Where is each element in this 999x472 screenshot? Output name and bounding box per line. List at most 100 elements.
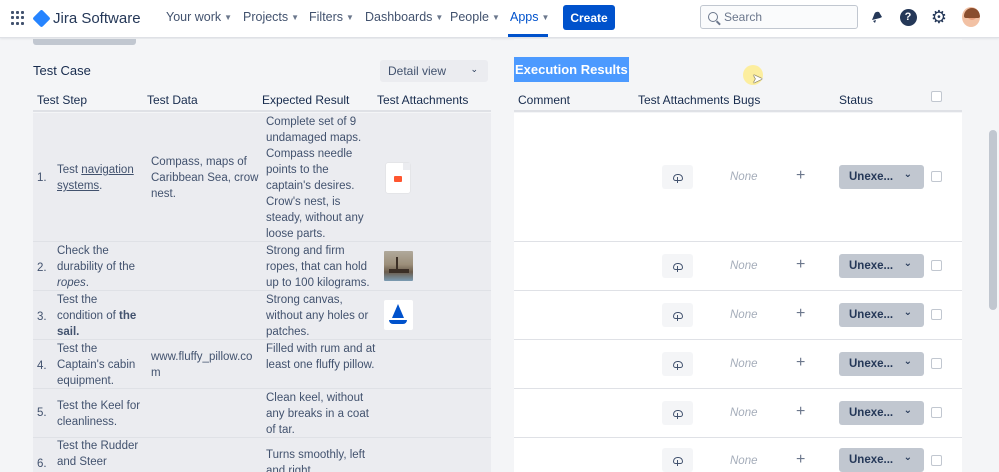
jira-diamond-icon — [32, 8, 51, 28]
column-test-data: Test Data — [147, 93, 198, 107]
add-bug-icon[interactable]: + — [796, 305, 805, 323]
execution-table-body: None + Unexe... ⌄ None + Unexe... ⌄ None +… — [514, 113, 962, 472]
row-checkbox[interactable] — [931, 171, 942, 182]
collapsed-button[interactable] — [33, 39, 136, 45]
row-checkbox[interactable] — [931, 260, 942, 271]
step-text: Test the Keel for cleanliness. — [57, 400, 141, 428]
table-row[interactable]: 2. Check the durability of the ropes. St… — [33, 242, 491, 291]
upload-attachment-button[interactable] — [662, 303, 693, 327]
chevron-down-icon: ▼ — [346, 12, 354, 22]
nav-filters[interactable]: Filters ▼ — [309, 10, 354, 24]
app-switcher-icon[interactable] — [11, 11, 25, 25]
test-case-title: Test Case — [33, 63, 91, 78]
test-case-table-body: 1. Test navigation systems. Compass, map… — [33, 113, 491, 472]
chevron-down-icon: ⌄ — [470, 64, 478, 74]
add-bug-icon[interactable]: + — [796, 256, 805, 274]
table-row[interactable]: 3. Test the condition of the sail. Stron… — [33, 291, 491, 340]
row-checkbox[interactable] — [931, 358, 942, 369]
step-number: 4. — [37, 360, 47, 372]
settings-gear-icon[interactable]: ⚙ — [930, 8, 948, 26]
column-comment: Comment — [518, 93, 571, 107]
chevron-down-icon: ▼ — [491, 12, 500, 22]
execution-row: None + Unexe... ⌄ — [514, 340, 962, 389]
step-text: Check the durability of the ropes. — [57, 245, 135, 289]
table-row[interactable]: 6. Test the Rudder and Steer Turns smoot… — [33, 438, 491, 472]
bugs-none: None — [730, 309, 758, 321]
step-number: 1. — [37, 172, 47, 184]
upload-attachment-button[interactable] — [662, 352, 693, 376]
search-icon — [708, 12, 718, 22]
select-all-checkbox[interactable] — [931, 91, 942, 102]
cloud-upload-icon — [672, 311, 683, 321]
row-checkbox[interactable] — [931, 309, 942, 320]
view-select[interactable]: Detail view ⌄ — [380, 60, 488, 82]
nav-your-work[interactable]: Your work ▼ — [166, 10, 232, 24]
test-case-table-header: Test Step Test Data Expected Result Test… — [33, 88, 491, 112]
add-bug-icon[interactable]: + — [796, 451, 805, 469]
chevron-down-icon: ▼ — [224, 12, 233, 22]
cloud-upload-icon — [672, 262, 683, 272]
document-icon[interactable] — [386, 163, 410, 193]
table-row[interactable]: 5. Test the Keel for cleanliness. Clean … — [33, 389, 491, 438]
row-checkbox[interactable] — [931, 455, 942, 466]
user-avatar[interactable] — [962, 7, 980, 27]
expected-result: Turns smoothly, left and right — [266, 449, 366, 472]
status-dropdown[interactable]: Unexe... ⌄ — [839, 448, 924, 472]
step-text: Test the condition of the sail. — [57, 294, 137, 338]
chevron-down-icon: ▼ — [541, 12, 550, 22]
jira-logo[interactable]: Jira Software — [32, 8, 141, 28]
bugs-none: None — [730, 171, 758, 183]
add-bug-icon[interactable]: + — [796, 167, 805, 185]
upload-attachment-button[interactable] — [662, 401, 693, 425]
view-select-value: Detail view — [388, 64, 447, 78]
search-input[interactable] — [724, 10, 844, 24]
step-number: 3. — [37, 311, 47, 323]
nav-apps[interactable]: Apps ▼ — [510, 10, 549, 24]
execution-row: None + Unexe... ⌄ — [514, 291, 962, 340]
vertical-scrollbar[interactable] — [989, 130, 997, 310]
upload-attachment-button[interactable] — [662, 448, 693, 472]
chevron-down-icon: ⌄ — [903, 356, 912, 367]
chevron-down-icon: ⌄ — [903, 169, 912, 180]
execution-table-header: Comment Test Attachments Bugs Status — [514, 88, 962, 112]
status-dropdown[interactable]: Unexe... ⌄ — [839, 165, 924, 189]
table-row[interactable]: 1. Test navigation systems. Compass, map… — [33, 113, 491, 242]
upload-attachment-button[interactable] — [662, 254, 693, 278]
bugs-none: None — [730, 455, 758, 467]
execution-row: None + Unexe... ⌄ — [514, 438, 962, 472]
cloud-upload-icon — [672, 173, 683, 183]
sailboat-icon[interactable] — [384, 300, 413, 330]
nav-people[interactable]: People ▼ — [450, 10, 500, 24]
column-test-attachments: Test Attachments — [377, 93, 469, 107]
execution-row: None + Unexe... ⌄ — [514, 389, 962, 438]
ship-photo[interactable] — [384, 251, 413, 281]
expected-result: Complete set of 9 undamaged maps. Compas… — [266, 116, 364, 240]
upload-attachment-button[interactable] — [662, 165, 693, 189]
column-bugs: Bugs — [733, 93, 761, 107]
add-bug-icon[interactable]: + — [796, 403, 805, 421]
bugs-none: None — [730, 407, 758, 419]
cloud-upload-icon — [672, 360, 683, 370]
status-dropdown[interactable]: Unexe... ⌄ — [839, 254, 924, 278]
chevron-down-icon: ⌄ — [903, 452, 912, 463]
expected-result: Filled with rum and at least one fluffy … — [266, 343, 376, 371]
step-text: Test the Rudder and Steer — [57, 440, 139, 468]
status-dropdown[interactable]: Unexe... ⌄ — [839, 352, 924, 376]
create-button[interactable]: Create — [563, 5, 615, 30]
status-dropdown[interactable]: Unexe... ⌄ — [839, 401, 924, 425]
add-bug-icon[interactable]: + — [796, 354, 805, 372]
status-dropdown[interactable]: Unexe... ⌄ — [839, 303, 924, 327]
step-number: 5. — [37, 407, 47, 419]
row-checkbox[interactable] — [931, 407, 942, 418]
bugs-none: None — [730, 260, 758, 272]
active-nav-indicator — [508, 34, 548, 37]
nav-dashboards[interactable]: Dashboards ▼ — [365, 10, 443, 24]
search-field[interactable] — [700, 5, 858, 29]
help-icon[interactable]: ? — [899, 8, 917, 26]
test-data: www.fluffy_pillow.com — [151, 351, 253, 379]
notifications-icon[interactable] — [868, 8, 886, 26]
table-row[interactable]: 4. Test the Captain's cabin equipment. w… — [33, 340, 491, 389]
chevron-down-icon: ⌄ — [903, 405, 912, 416]
expected-result: Clean keel, without any breaks in a coat… — [266, 392, 369, 436]
nav-projects[interactable]: Projects ▼ — [243, 10, 299, 24]
